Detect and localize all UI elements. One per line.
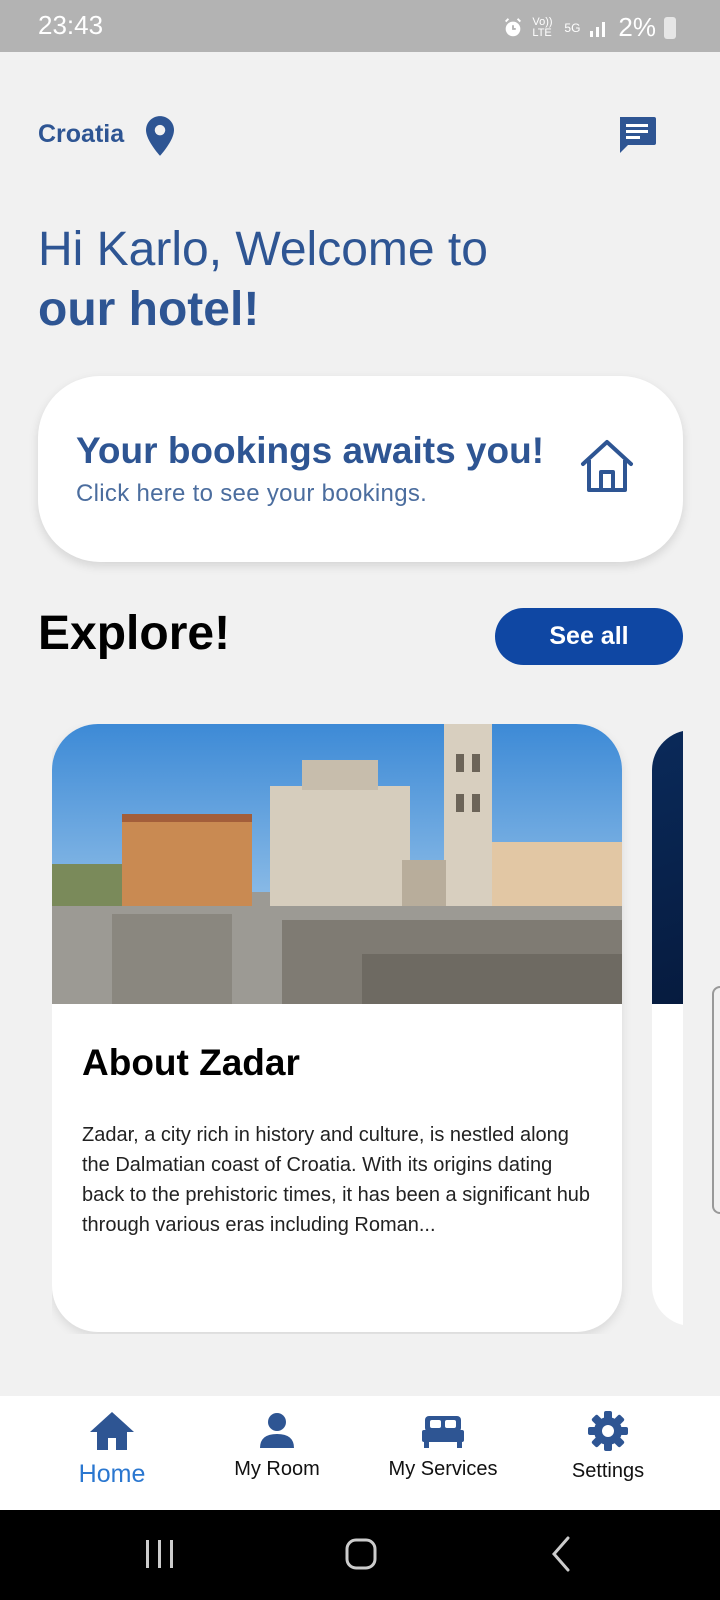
welcome-heading: Hi Karlo, Welcome to our hotel! — [38, 220, 678, 340]
home-icon — [90, 1412, 134, 1450]
alarm-icon — [505, 17, 522, 36]
next-card-image — [652, 730, 683, 1004]
nav-my-room-label: My Room — [234, 1458, 320, 1480]
nav-my-services-label: My Services — [388, 1458, 498, 1480]
nav-my-room[interactable]: My Room — [197, 1410, 357, 1481]
bed-icon — [422, 1416, 464, 1448]
status-icons: Vo)) LTE 5G 2% — [502, 12, 676, 43]
bookings-subtitle: Click here to see your bookings. — [76, 480, 428, 507]
nav-home[interactable]: Home — [32, 1410, 192, 1489]
bottom-nav: Home My Room My Services Settings — [0, 1396, 720, 1510]
5g-indicator: 5G — [564, 20, 581, 35]
signal-icon — [590, 21, 606, 37]
status-bar: 23:43 Vo)) LTE 5G 2% — [0, 0, 720, 52]
nav-settings-label: Settings — [571, 1460, 645, 1482]
chat-icon[interactable] — [616, 114, 658, 156]
battery-icon — [664, 16, 676, 39]
bookings-title: Your bookings awaits you! — [76, 430, 545, 471]
person-icon — [260, 1413, 294, 1448]
nav-my-services[interactable]: My Services — [363, 1410, 523, 1481]
nav-home-label: Home — [78, 1460, 146, 1488]
card-title: About Zadar — [82, 1042, 300, 1083]
location-pin-icon[interactable] — [146, 116, 174, 156]
home-button-icon[interactable] — [339, 1532, 383, 1576]
nav-settings[interactable]: Settings — [528, 1410, 688, 1483]
header: Croatia — [38, 112, 658, 162]
location-label[interactable]: Croatia — [38, 120, 124, 149]
battery-percent: 2% — [618, 12, 656, 42]
back-icon[interactable] — [540, 1532, 584, 1576]
card-description: Zadar, a city rich in history and cultur… — [82, 1124, 591, 1236]
explore-card-next[interactable] — [652, 730, 683, 1326]
bookings-card[interactable]: Your bookings awaits you! Click here to … — [38, 376, 683, 562]
zadar-image — [52, 724, 622, 1004]
gear-icon — [588, 1411, 628, 1451]
welcome-line-2: our hotel! — [38, 283, 260, 336]
recent-apps-icon[interactable] — [138, 1532, 182, 1576]
lte-indicator: Vo)) LTE — [532, 15, 553, 39]
explore-heading: Explore! — [38, 607, 231, 660]
system-nav-bar — [0, 1510, 720, 1600]
status-time: 23:43 — [38, 10, 104, 40]
house-icon — [581, 440, 633, 492]
edge-panel-handle[interactable] — [712, 986, 720, 1214]
explore-carousel[interactable]: About Zadar Zadar, a city rich in histor… — [52, 724, 683, 1334]
explore-card-zadar[interactable]: About Zadar Zadar, a city rich in histor… — [52, 724, 622, 1332]
welcome-line-1: Hi Karlo, Welcome to — [38, 223, 488, 276]
see-all-button[interactable]: See all — [495, 608, 683, 665]
